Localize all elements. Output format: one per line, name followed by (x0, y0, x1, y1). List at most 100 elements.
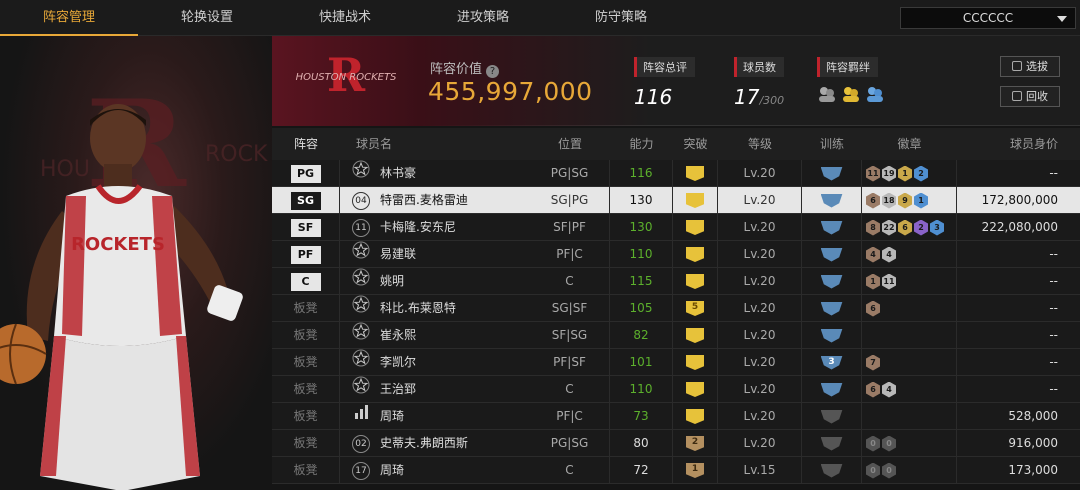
player-name[interactable]: 崔永熙 (380, 322, 530, 349)
table-row[interactable]: C 姚明 C 115 Lv.20 1 11 -- (272, 268, 1080, 295)
table-row[interactable]: 板凳 崔永熙 SF|SG 82 Lv.20 -- (272, 322, 1080, 349)
badge-hex-icon[interactable]: 3 (930, 219, 944, 236)
badge-hex-icon[interactable]: 11 (882, 273, 896, 290)
tab-quick-tactics[interactable]: 快捷战术 (276, 0, 414, 36)
breakthrough-cell[interactable] (673, 160, 718, 187)
badge-hex-icon[interactable]: 22 (882, 219, 896, 236)
tab-offense-strategy[interactable]: 进攻策略 (414, 0, 552, 36)
col-header-breakthrough[interactable]: 突破 (673, 128, 718, 160)
breakthrough-cell[interactable] (673, 403, 718, 430)
breakthrough-cell[interactable] (673, 214, 718, 241)
table-row[interactable]: 板凳 科比.布莱恩特 SG|SF 105 5 Lv.20 6 -- (272, 295, 1080, 322)
tab-lineup-management[interactable]: 阵容管理 (0, 0, 138, 36)
breakthrough-cell[interactable] (673, 241, 718, 268)
player-name[interactable]: 王治郅 (380, 376, 530, 403)
lineup-slot[interactable]: PG (272, 160, 340, 187)
col-header-name[interactable]: 球员名 (356, 128, 392, 160)
breakthrough-cell[interactable] (673, 349, 718, 376)
player-name[interactable]: 史蒂夫.弗朗西斯 (380, 430, 530, 457)
tab-rotation-settings[interactable]: 轮换设置 (138, 0, 276, 36)
table-row[interactable]: PG 林书豪 PG|SG 116 Lv.20 11 19 1 2 -- (272, 160, 1080, 187)
training-cell[interactable] (802, 187, 862, 214)
badge-hex-icon[interactable]: 1 (898, 165, 912, 182)
lineup-slot[interactable]: SG (272, 187, 340, 214)
bond-group-icon-grey[interactable] (817, 85, 837, 103)
badge-hex-icon[interactable]: 2 (914, 219, 928, 236)
player-name[interactable]: 特雷西.麦格雷迪 (380, 187, 530, 214)
badge-hex-icon[interactable]: 6 (866, 381, 880, 398)
col-header-lineup[interactable]: 阵容 (272, 128, 340, 160)
badge-hex-icon[interactable]: 4 (882, 246, 896, 263)
tab-defense-strategy[interactable]: 防守策略 (552, 0, 690, 36)
training-cell[interactable] (802, 457, 862, 484)
bond-group-icon-gold[interactable] (841, 85, 861, 103)
badge-hex-icon[interactable]: 2 (914, 165, 928, 182)
training-cell[interactable] (802, 268, 862, 295)
lineup-slot[interactable]: SF (272, 214, 340, 241)
table-row[interactable]: 板凳 17 周琦 C 72 1 Lv.15 00 173,000 (272, 457, 1080, 484)
badge-hex-icon[interactable]: 0 (882, 435, 896, 452)
team-select-dropdown[interactable]: CCCCCC (900, 7, 1076, 29)
breakthrough-cell[interactable] (673, 376, 718, 403)
player-name[interactable]: 科比.布莱恩特 (380, 295, 530, 322)
badge-hex-icon[interactable]: 18 (882, 192, 896, 209)
badge-hex-icon[interactable]: 1 (866, 273, 880, 290)
col-header-ability[interactable]: 能力 (610, 128, 673, 160)
player-name[interactable]: 林书豪 (380, 160, 530, 187)
lineup-slot[interactable]: 板凳 (272, 403, 340, 430)
breakthrough-cell[interactable]: 1 (673, 457, 718, 484)
table-row[interactable]: 板凳 李凯尔 PF|SF 101 Lv.20 3 7 -- (272, 349, 1080, 376)
badge-hex-icon[interactable]: 9 (898, 192, 912, 209)
training-cell[interactable] (802, 160, 862, 187)
player-name[interactable]: 卡梅隆.安东尼 (380, 214, 530, 241)
col-header-position[interactable]: 位置 (530, 128, 610, 160)
breakthrough-cell[interactable] (673, 322, 718, 349)
badge-hex-icon[interactable]: 0 (866, 435, 880, 452)
training-cell[interactable] (802, 241, 862, 268)
table-row[interactable]: 板凳 王治郅 C 110 Lv.20 64 -- (272, 376, 1080, 403)
lineup-slot[interactable]: 板凳 (272, 457, 340, 484)
col-header-price[interactable]: 球员身价 (957, 128, 1072, 160)
lineup-slot[interactable]: PF (272, 241, 340, 268)
col-header-badges[interactable]: 徽章 (862, 128, 957, 160)
player-name[interactable]: 周琦 (380, 403, 530, 430)
badge-hex-icon[interactable]: 0 (866, 462, 880, 479)
col-header-training[interactable]: 训练 (802, 128, 862, 160)
badge-hex-icon[interactable]: 6 (866, 300, 880, 317)
breakthrough-cell[interactable] (673, 187, 718, 214)
training-cell[interactable] (802, 295, 862, 322)
col-header-level[interactable]: 等级 (718, 128, 802, 160)
pick-button[interactable]: 选拔 (1000, 56, 1060, 77)
training-cell[interactable] (802, 214, 862, 241)
table-row[interactable]: 板凳 02 史蒂夫.弗朗西斯 PG|SG 80 2 Lv.20 00 916,0… (272, 430, 1080, 457)
lineup-slot[interactable]: 板凳 (272, 322, 340, 349)
breakthrough-cell[interactable]: 5 (673, 295, 718, 322)
training-cell[interactable] (802, 322, 862, 349)
badge-hex-icon[interactable]: 11 (866, 165, 880, 182)
player-name[interactable]: 李凯尔 (380, 349, 530, 376)
table-row[interactable]: 板凳 周琦 PF|C 73 Lv.20 528,000 (272, 403, 1080, 430)
table-row[interactable]: SF 11 卡梅隆.安东尼 SF|PF 130 Lv.20 8 22 6 2 3 222… (272, 214, 1080, 241)
badge-hex-icon[interactable]: 4 (882, 381, 896, 398)
bond-group-icon-blue[interactable] (865, 85, 885, 103)
badge-hex-icon[interactable]: 0 (882, 462, 896, 479)
breakthrough-cell[interactable] (673, 268, 718, 295)
breakthrough-cell[interactable]: 2 (673, 430, 718, 457)
badge-hex-icon[interactable]: 6 (866, 192, 880, 209)
badge-hex-icon[interactable]: 7 (866, 354, 880, 371)
training-cell[interactable] (802, 403, 862, 430)
badge-hex-icon[interactable]: 4 (866, 246, 880, 263)
training-cell[interactable] (802, 376, 862, 403)
player-name[interactable]: 姚明 (380, 268, 530, 295)
badge-hex-icon[interactable]: 6 (898, 219, 912, 236)
lineup-slot[interactable]: 板凳 (272, 376, 340, 403)
lineup-slot[interactable]: 板凳 (272, 430, 340, 457)
training-cell[interactable] (802, 430, 862, 457)
player-name[interactable]: 易建联 (380, 241, 530, 268)
recycle-button[interactable]: 回收 (1000, 86, 1060, 107)
lineup-slot[interactable]: C (272, 268, 340, 295)
player-name[interactable]: 周琦 (380, 457, 530, 484)
lineup-slot[interactable]: 板凳 (272, 349, 340, 376)
badge-hex-icon[interactable]: 19 (882, 165, 896, 182)
table-row[interactable]: PF 易建联 PF|C 110 Lv.20 44 -- (272, 241, 1080, 268)
